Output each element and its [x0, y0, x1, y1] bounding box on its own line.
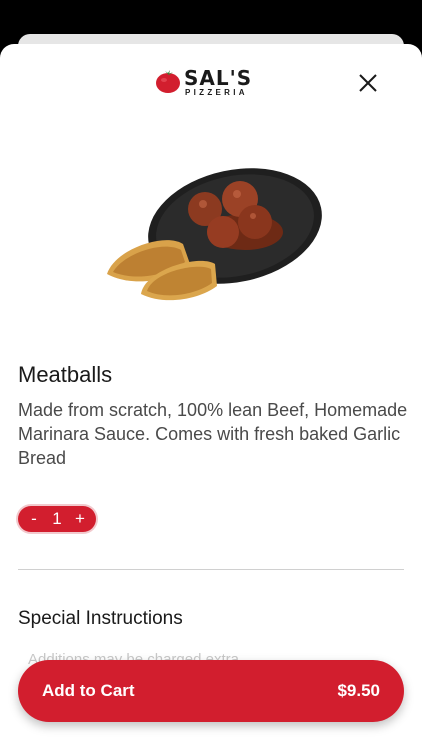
brand-name: SAL'S [184, 66, 253, 90]
special-instructions-title: Special Instructions [18, 608, 183, 629]
increment-button[interactable]: + [74, 506, 86, 532]
add-to-cart-button[interactable]: Add to Cart $9.50 [18, 660, 404, 722]
brand-logo: SAL'S PIZZERIA [155, 66, 270, 98]
item-title: Meatballs [18, 362, 113, 387]
item-detail-sheet: SAL'S PIZZERIA Meatballs Made from scrat… [0, 44, 422, 750]
quantity-stepper: - 1 + [18, 506, 96, 532]
add-to-cart-label: Add to Cart [42, 681, 135, 700]
item-description: Made from scratch, 100% lean Beef, Homem… [18, 400, 408, 468]
meatballs-food-photo [107, 168, 322, 301]
close-icon [359, 74, 377, 92]
close-button[interactable] [355, 70, 381, 96]
divider [18, 569, 404, 570]
quantity-value: 1 [52, 509, 62, 528]
tomato-icon [156, 70, 180, 93]
brand-subtitle: PIZZERIA [185, 88, 248, 97]
decrement-button[interactable]: - [28, 506, 40, 532]
cart-price: $9.50 [337, 681, 380, 700]
